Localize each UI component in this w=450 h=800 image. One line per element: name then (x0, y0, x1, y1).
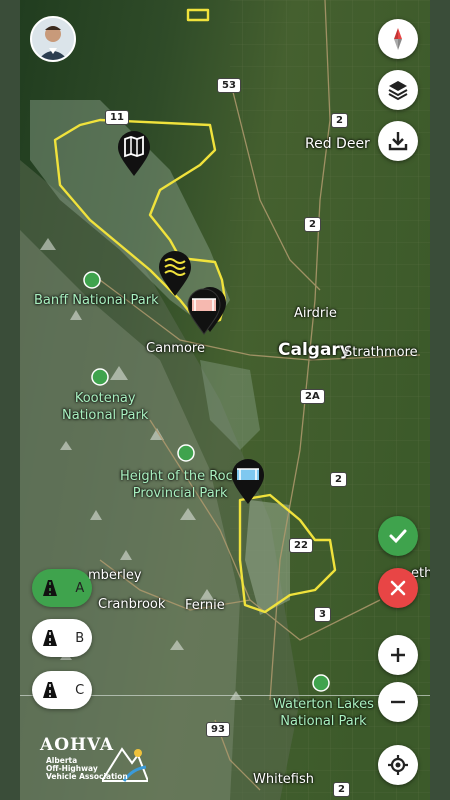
park-label: Banff National Park (34, 293, 159, 308)
park-label-line: Waterton Lakes (273, 697, 374, 712)
park-label-line: Kootenay (74, 391, 136, 406)
trail-icon (42, 682, 57, 698)
filter-c-button[interactable]: C (32, 671, 92, 709)
filter-a-label: A (75, 580, 85, 596)
highway-shield: 2 (330, 472, 347, 487)
plus-icon (391, 648, 405, 662)
highway-shield: 53 (217, 78, 241, 93)
highway-shield: 3 (314, 607, 331, 622)
highway-shield: 2 (304, 217, 321, 232)
highway-shield: 2 (333, 782, 350, 797)
park-label: Kootenay National Park (62, 390, 148, 424)
bridge-marker-cluster[interactable] (186, 284, 226, 336)
left-frame (0, 0, 20, 800)
park-label-line: Provincial Park (132, 486, 228, 501)
check-icon (389, 529, 407, 544)
layers-button[interactable] (378, 70, 418, 110)
logo-line: Vehicle Association (46, 772, 128, 781)
filter-b-button[interactable]: B (32, 619, 92, 657)
city-label: Canmore (146, 341, 205, 356)
right-frame (430, 0, 450, 800)
city-label: Cranbrook (98, 597, 166, 612)
locate-me-button[interactable] (378, 745, 418, 785)
highway-shield: 2A (300, 389, 325, 404)
map-trail-marker[interactable] (116, 130, 152, 178)
layers-icon (388, 81, 408, 101)
minus-icon (391, 700, 405, 704)
user-avatar[interactable] (30, 16, 76, 62)
highway-shield: 2 (331, 113, 348, 128)
city-label: Fernie (185, 598, 225, 613)
avatar-icon (32, 18, 74, 60)
filter-b-label: B (75, 630, 85, 646)
park-label-line: National Park (280, 714, 367, 729)
park-label-line: Height of the Rock (120, 469, 241, 484)
filter-c-label: C (75, 682, 85, 698)
download-button[interactable] (378, 121, 418, 161)
park-label-line: National Park (62, 408, 149, 423)
highway-shield: 93 (206, 722, 230, 737)
compass-icon (394, 28, 402, 50)
bridge-marker[interactable] (230, 458, 266, 506)
city-label: Airdrie (294, 306, 337, 321)
park-label: Height of the Rock Provincial Park (120, 468, 240, 502)
trail-icon (42, 630, 57, 646)
compass-button[interactable] (378, 19, 418, 59)
city-label: Whitefish (253, 772, 315, 787)
city-label: Calgary (278, 340, 351, 360)
zoom-in-button[interactable] (378, 635, 418, 675)
download-icon (388, 132, 408, 151)
zoom-out-button[interactable] (378, 682, 418, 722)
park-label: Waterton Lakes National Park (273, 696, 374, 730)
filter-a-button[interactable]: A (32, 569, 92, 607)
confirm-button[interactable] (378, 516, 418, 556)
city-label: mberley (88, 568, 142, 583)
aohva-logo: AOHVA Alberta Off-Highway Vehicle Associ… (40, 735, 150, 790)
cancel-button[interactable] (378, 568, 418, 608)
city-label: Red Deer (305, 136, 370, 152)
highway-shield: 11 (105, 110, 129, 125)
highway-shield: 22 (289, 538, 313, 553)
city-label: Strathmore (344, 345, 418, 360)
logo-tagline: Alberta Off-Highway Vehicle Association (46, 757, 128, 781)
trail-icon (42, 580, 57, 596)
close-icon (390, 580, 406, 596)
crosshair-icon (388, 755, 408, 775)
